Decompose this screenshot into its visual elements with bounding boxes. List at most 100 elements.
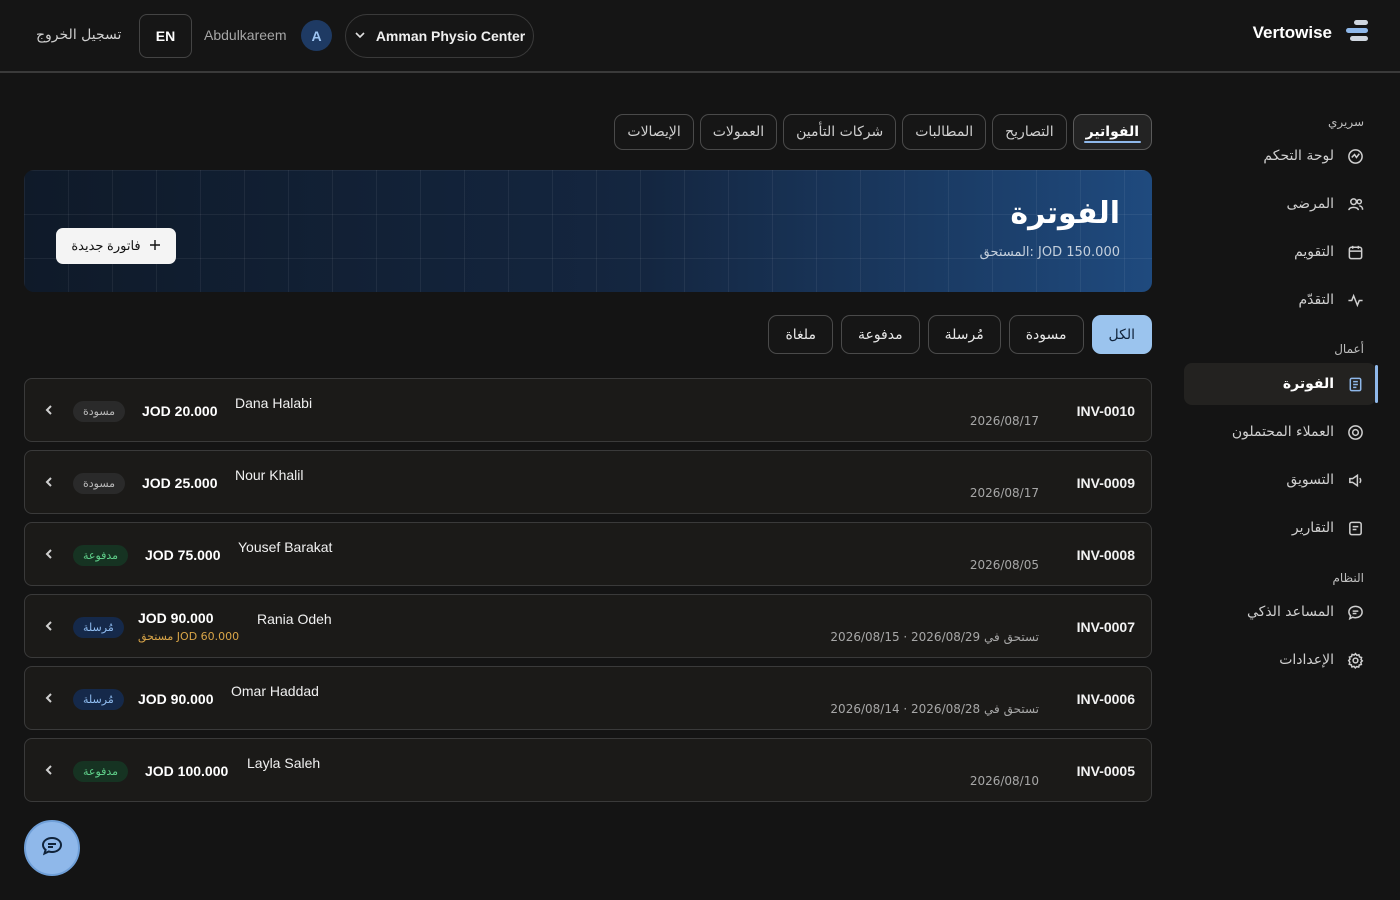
- chat-icon: [40, 834, 64, 862]
- brand[interactable]: Vertowise: [1253, 20, 1368, 46]
- tab-commissions[interactable]: العمولات: [699, 114, 778, 150]
- invoice-row[interactable]: INV-0007 2026/08/15 · تستحق في 2026/08/2…: [24, 594, 1152, 658]
- billing-tabs: الفواتير التصاريح المطالبات شركات التأمي…: [614, 114, 1152, 150]
- sidebar-item-label: المرضى: [1286, 196, 1334, 212]
- chevron-left-icon[interactable]: [43, 761, 57, 779]
- tab-claims[interactable]: المطالبات: [902, 114, 987, 150]
- banner-grid-pattern: [24, 170, 1152, 292]
- receipt-icon: [1346, 375, 1364, 393]
- page-title: الفوترة: [1010, 196, 1120, 231]
- sidebar-item-label: التقارير: [1291, 520, 1334, 536]
- sidebar-item-patients[interactable]: المرضى: [1184, 183, 1376, 225]
- invoice-number: INV-0010: [1076, 403, 1135, 419]
- sidebar: سريري لوحة التحكم المرضى التقويم التقدّم…: [1174, 74, 1400, 900]
- new-invoice-label: فاتورة جديدة: [71, 238, 141, 253]
- chevron-left-icon[interactable]: [43, 617, 57, 635]
- sidebar-item-progress[interactable]: التقدّم: [1184, 279, 1376, 321]
- plus-icon: [149, 239, 161, 254]
- sidebar-item-reports[interactable]: التقارير: [1184, 507, 1376, 549]
- sidebar-item-marketing[interactable]: التسويق: [1184, 459, 1376, 501]
- invoice-amount: JOD 90.000: [138, 610, 214, 626]
- invoice-row[interactable]: INV-0008 2026/08/05 Yousef Barakat JOD 7…: [24, 522, 1152, 586]
- logout-link[interactable]: تسجيل الخروج: [36, 27, 121, 43]
- new-invoice-button[interactable]: فاتورة جديدة: [56, 228, 176, 264]
- invoice-amount: JOD 90.000: [138, 691, 214, 707]
- activity-icon: [1346, 291, 1364, 309]
- chevron-left-icon[interactable]: [43, 473, 57, 491]
- invoice-date: 2026/08/05: [969, 558, 1039, 572]
- sidebar-item-label: التسويق: [1286, 472, 1334, 488]
- invoice-row[interactable]: INV-0009 2026/08/17 Nour Khalil JOD 25.0…: [24, 450, 1152, 514]
- clinic-name: Amman Physio Center: [375, 28, 526, 44]
- filter-all[interactable]: الكل: [1091, 315, 1152, 354]
- sidebar-item-dashboard[interactable]: لوحة التحكم: [1184, 135, 1376, 177]
- filter-cancelled[interactable]: ملغاة: [768, 315, 833, 354]
- invoice-date: 2026/08/17: [969, 486, 1039, 500]
- billing-banner: الفوترة المستحق: JOD 150.000 فاتورة جديد…: [24, 170, 1152, 292]
- patient-name: Nour Khalil: [235, 467, 304, 483]
- chevron-left-icon[interactable]: [43, 689, 57, 707]
- status-badge: مسودة: [73, 401, 126, 422]
- sidebar-item-billing[interactable]: الفوترة: [1184, 363, 1378, 405]
- chat-icon: [1346, 603, 1364, 621]
- dashboard-icon: [1346, 147, 1364, 165]
- sidebar-item-label: العملاء المحتملون: [1231, 424, 1334, 440]
- chevron-down-icon: [354, 28, 366, 44]
- brand-logo-icon: [1346, 20, 1368, 46]
- invoice-amount: JOD 25.000: [142, 475, 218, 491]
- invoice-number: INV-0005: [1076, 763, 1135, 779]
- sidebar-item-calendar[interactable]: التقويم: [1184, 231, 1376, 273]
- chat-assistant-button[interactable]: [24, 820, 80, 876]
- sidebar-item-label: الفوترة: [1282, 376, 1334, 392]
- sidebar-item-label: الإعدادات: [1279, 652, 1334, 668]
- users-icon: [1346, 195, 1364, 213]
- tab-authorizations[interactable]: التصاريح: [992, 114, 1067, 150]
- status-filters: الكل مسودة مُرسلة مدفوعة ملغاة: [768, 315, 1152, 354]
- invoice-amount: JOD 20.000: [142, 403, 218, 419]
- megaphone-icon: [1346, 471, 1364, 489]
- brand-name: Vertowise: [1252, 23, 1332, 42]
- patient-name: Rania Odeh: [257, 611, 332, 627]
- chevron-left-icon[interactable]: [43, 401, 57, 419]
- report-icon: [1346, 519, 1364, 537]
- invoice-row[interactable]: INV-0006 2026/08/14 · تستحق في 2026/08/2…: [24, 666, 1152, 730]
- sidebar-item-label: التقدّم: [1298, 292, 1334, 308]
- top-bar: Vertowise Amman Physio Center A Abdulkar…: [0, 0, 1400, 73]
- section-label-business: أعمال: [1334, 342, 1364, 356]
- patient-name: Layla Saleh: [247, 755, 321, 771]
- clinic-select[interactable]: Amman Physio Center: [345, 14, 534, 58]
- calendar-icon: [1346, 243, 1364, 261]
- avatar[interactable]: A: [301, 20, 332, 51]
- invoice-number: INV-0007: [1076, 619, 1135, 635]
- invoice-date: 2026/08/15 · تستحق في 2026/08/29: [830, 630, 1039, 644]
- patient-name: Yousef Barakat: [238, 539, 333, 555]
- tab-insurers[interactable]: شركات التأمين: [783, 114, 897, 150]
- status-badge: مدفوعة: [73, 545, 129, 566]
- filter-paid[interactable]: مدفوعة: [840, 315, 920, 354]
- invoice-row[interactable]: INV-0005 2026/08/10 Layla Saleh JOD 100.…: [24, 738, 1152, 802]
- sidebar-item-label: التقويم: [1294, 244, 1334, 260]
- filter-sent[interactable]: مُرسلة: [927, 315, 1001, 354]
- gear-icon: [1346, 651, 1364, 669]
- status-badge: مدفوعة: [73, 761, 129, 782]
- tab-invoices[interactable]: الفواتير: [1072, 114, 1152, 150]
- sidebar-item-settings[interactable]: الإعدادات: [1184, 639, 1376, 681]
- invoice-number: INV-0008: [1076, 547, 1135, 563]
- sidebar-item-leads[interactable]: العملاء المحتملون: [1184, 411, 1376, 453]
- sidebar-item-label: لوحة التحكم: [1263, 148, 1334, 164]
- invoice-amount: JOD 100.000: [145, 763, 229, 779]
- language-toggle-button[interactable]: EN: [139, 14, 192, 58]
- username: Abdulkareem: [204, 27, 287, 43]
- tab-receipts[interactable]: الإيصالات: [614, 114, 694, 150]
- invoice-row[interactable]: INV-0010 2026/08/17 Dana Halabi JOD 20.0…: [24, 378, 1152, 442]
- invoice-number: INV-0009: [1076, 475, 1135, 491]
- filter-draft[interactable]: مسودة: [1008, 315, 1084, 354]
- invoice-date: 2026/08/14 · تستحق في 2026/08/28: [830, 702, 1039, 716]
- invoice-date: 2026/08/17: [969, 414, 1039, 428]
- patient-name: Omar Haddad: [231, 683, 319, 699]
- total-due: المستحق: JOD 150.000: [979, 245, 1120, 260]
- chevron-left-icon[interactable]: [43, 545, 57, 563]
- section-label-clinical: سريري: [1327, 115, 1364, 129]
- status-badge: مُرسلة: [73, 617, 124, 638]
- sidebar-item-ai-assistant[interactable]: المساعد الذكي: [1184, 591, 1376, 633]
